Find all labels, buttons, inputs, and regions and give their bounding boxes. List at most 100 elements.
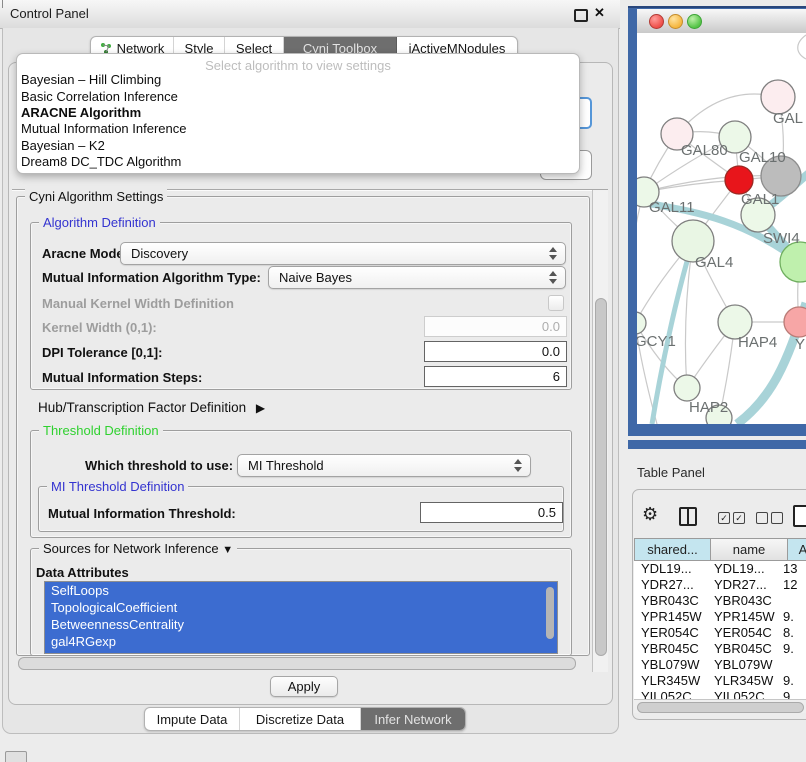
- table-panel-window-frame: [628, 440, 806, 449]
- checked-box-icon: ✓: [718, 512, 730, 524]
- aracne-mode-combobox[interactable]: Discovery: [120, 242, 566, 265]
- node-GAL1-red[interactable]: [725, 166, 753, 194]
- cell-value: 9.: [780, 609, 806, 625]
- select-all-columns-icon[interactable]: ✓ ✓: [718, 512, 745, 524]
- node-label: GCY1: [637, 333, 676, 350]
- threshold-definition-title: Threshold Definition: [39, 423, 163, 438]
- table-row[interactable]: YLR345W YLR345W 9.: [634, 673, 806, 689]
- mi-type-value: Naive Bayes: [279, 270, 352, 285]
- table-row[interactable]: YDR27... YDR27... 12: [634, 577, 806, 593]
- gear-icon[interactable]: ⚙: [642, 504, 658, 525]
- mi-steps-field[interactable]: 6: [424, 366, 567, 387]
- kernel-width-field[interactable]: 0.0: [424, 316, 567, 337]
- table-row[interactable]: YBL079W YBL079W: [634, 657, 806, 673]
- attribute-list-scrollbar-thumb[interactable]: [546, 587, 554, 639]
- cell-name: YER054C: [707, 625, 780, 641]
- node-label: GAL80: [681, 142, 728, 159]
- split-columns-icon[interactable]: [679, 507, 697, 526]
- node-unlabeled-pink-top[interactable]: [761, 80, 795, 114]
- cell-shared-name: YPR145W: [634, 609, 707, 625]
- mi-threshold-field[interactable]: 0.5: [420, 502, 563, 523]
- tab-infer-network-label: Infer Network: [374, 712, 451, 727]
- cell-name: YPR145W: [707, 609, 780, 625]
- apply-button[interactable]: Apply: [270, 676, 338, 697]
- attribute-item-selected[interactable]: TopologicalCoefficient: [45, 599, 557, 616]
- manual-kernel-label: Manual Kernel Width Definition: [42, 296, 234, 311]
- column-header-name[interactable]: name: [711, 538, 788, 561]
- algorithm-option[interactable]: Dream8 DC_TDC Algorithm: [21, 154, 181, 170]
- mi-threshold-group-title: MI Threshold Definition: [47, 479, 188, 494]
- tab-discretize-data[interactable]: Discretize Data: [240, 708, 361, 730]
- mac-close-button[interactable]: [649, 14, 664, 29]
- which-threshold-combobox[interactable]: MI Threshold: [237, 454, 531, 477]
- algorithm-option[interactable]: Mutual Information Inference: [21, 121, 186, 137]
- algorithm-definition-title: Algorithm Definition: [39, 215, 160, 230]
- network-canvas[interactable]: GAL GAL80 GAL10 GAL1 GAL11 SWI4 GAL4 GCY…: [637, 33, 806, 424]
- column-header-partial[interactable]: A: [788, 538, 806, 561]
- node-label: GAL: [773, 110, 803, 127]
- algorithm-option[interactable]: Basic Correlation Inference: [21, 89, 178, 105]
- column-header-shared-name[interactable]: shared...: [634, 538, 711, 561]
- dpi-tolerance-field[interactable]: 0.0: [424, 341, 567, 362]
- node-label: GAL11: [649, 199, 695, 216]
- hub-definition-expander[interactable]: Hub/Transcription Factor Definition ▶: [38, 400, 265, 415]
- mac-zoom-button[interactable]: [687, 14, 702, 29]
- network-window-titlebar[interactable]: [637, 9, 806, 34]
- sources-group-title: Sources for Network Inference ▼: [39, 541, 237, 556]
- attribute-item-selected[interactable]: BetweennessCentrality: [45, 616, 557, 633]
- cell-name: YIL052C: [707, 689, 780, 699]
- aracne-mode-value: Discovery: [131, 246, 188, 261]
- node-Y-pink[interactable]: [784, 307, 806, 337]
- table-row[interactable]: YDL19... YDL19... 13: [634, 561, 806, 577]
- cell-name: YBR045C: [707, 641, 780, 657]
- cell-value: [780, 657, 806, 673]
- table-row[interactable]: YBR045C YBR045C 9.: [634, 641, 806, 657]
- dpi-tolerance-label: DPI Tolerance [0,1]:: [42, 345, 162, 360]
- table-horizontal-scrollbar-thumb[interactable]: [637, 702, 804, 713]
- mi-type-combobox[interactable]: Naive Bayes: [268, 266, 566, 289]
- close-icon[interactable]: ✕: [594, 5, 605, 21]
- which-threshold-label: Which threshold to use:: [85, 458, 233, 473]
- network-graph: GAL GAL80 GAL10 GAL1 GAL11 SWI4 GAL4 GCY…: [637, 33, 806, 424]
- table-row[interactable]: YBR043C YBR043C: [634, 593, 806, 609]
- manual-kernel-checkbox[interactable]: [548, 295, 564, 311]
- node-GCY1[interactable]: [637, 312, 646, 334]
- cell-value: 8.: [780, 625, 806, 641]
- new-table-icon[interactable]: [793, 505, 806, 527]
- tab-impute-data[interactable]: Impute Data: [145, 708, 240, 730]
- node-HAP2[interactable]: [674, 375, 700, 401]
- settings-horizontal-scrollbar-thumb[interactable]: [18, 657, 576, 670]
- settings-vertical-scrollbar[interactable]: [592, 190, 608, 672]
- control-panel-title: Control Panel: [10, 6, 89, 21]
- algorithm-option[interactable]: Bayesian – K2: [21, 138, 105, 154]
- unchecked-box-icon: [771, 512, 783, 524]
- algorithm-option[interactable]: Bayesian – Hill Climbing: [21, 72, 161, 88]
- tab-discretize-data-label: Discretize Data: [256, 712, 344, 727]
- node-label: SWI4: [763, 230, 800, 247]
- mac-minimize-button[interactable]: [668, 14, 683, 29]
- deselect-all-columns-icon[interactable]: [756, 512, 783, 524]
- combo-arrows-icon: [514, 458, 522, 473]
- cell-name: YDR27...: [707, 577, 780, 593]
- mi-steps-label: Mutual Information Steps:: [42, 370, 202, 385]
- float-window-icon[interactable]: [574, 9, 588, 22]
- attribute-item-selected[interactable]: SelfLoops: [45, 582, 557, 599]
- settings-vertical-scrollbar-thumb[interactable]: [595, 298, 607, 656]
- table-row[interactable]: YER054C YER054C 8.: [634, 625, 806, 641]
- tab-infer-network[interactable]: Infer Network: [361, 708, 465, 730]
- cell-shared-name: YIL052C: [634, 689, 707, 699]
- cell-name: YBR043C: [707, 593, 780, 609]
- algorithm-option-highlighted[interactable]: ARACNE Algorithm: [21, 105, 141, 121]
- collapse-arrow-icon[interactable]: ▼: [222, 544, 233, 556]
- table-row[interactable]: YPR145W YPR145W 9.: [634, 609, 806, 625]
- cell-value: [780, 593, 806, 609]
- combo-arrows-icon: [549, 246, 557, 261]
- cell-shared-name: YLR345W: [634, 673, 707, 689]
- collapsed-panel-button[interactable]: [5, 751, 27, 762]
- attribute-item-selected[interactable]: gal4RGexp: [45, 633, 557, 650]
- table-horizontal-scrollbar[interactable]: [634, 699, 806, 713]
- table-row[interactable]: YIL052C YIL052C 9: [634, 689, 806, 699]
- node-label: GAL1: [741, 191, 779, 208]
- expand-arrow-icon: ▶: [256, 401, 265, 415]
- combo-arrows-icon: [549, 270, 557, 285]
